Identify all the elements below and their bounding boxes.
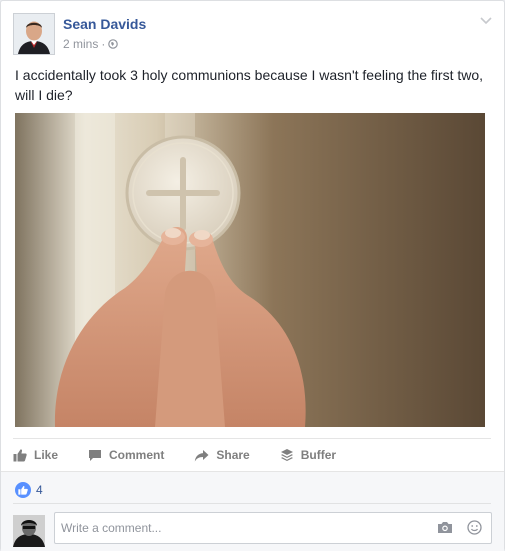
author-avatar[interactable] (13, 13, 55, 55)
post-photo[interactable] (15, 113, 485, 427)
commenter-photo (13, 515, 45, 547)
post-card: Sean Davids 2 mins · I accidentally took… (0, 0, 505, 551)
author-name[interactable]: Sean Davids (63, 16, 146, 32)
share-label: Share (216, 448, 250, 462)
share-button[interactable]: Share (194, 448, 250, 462)
like-button[interactable]: Like (13, 448, 58, 462)
post-meta: 2 mins · (63, 37, 119, 51)
like-label: Like (34, 448, 59, 462)
post-text: I accidentally took 3 holy communions be… (15, 67, 484, 103)
buffer-button[interactable]: Buffer (280, 448, 336, 462)
emoji-icon[interactable] (467, 520, 482, 535)
post-header: Sean Davids 2 mins · (13, 13, 493, 55)
camera-icon[interactable] (437, 521, 453, 534)
post-actions-bar: Like Comment Share Buffer (13, 438, 491, 471)
comment-label: Comment (109, 448, 165, 462)
comment-box (54, 512, 492, 544)
meta-separator: · (101, 37, 106, 51)
share-arrow-icon (195, 449, 209, 461)
footer-divider (13, 503, 491, 504)
post-footer: 4 (1, 471, 504, 551)
post-timestamp[interactable]: 2 mins (63, 37, 98, 51)
chevron-down-icon[interactable] (479, 15, 493, 25)
buffer-label: Buffer (300, 448, 337, 462)
comment-bubble-icon (89, 449, 102, 461)
globe-icon[interactable] (108, 39, 119, 49)
like-reaction-icon (15, 482, 31, 498)
communion-photo (15, 113, 485, 427)
reaction-summary[interactable]: 4 (15, 482, 43, 498)
reaction-count[interactable]: 4 (36, 483, 43, 497)
author-photo (14, 14, 54, 54)
comment-button[interactable]: Comment (88, 448, 164, 462)
thumbs-up-icon (13, 449, 27, 462)
commenter-avatar[interactable] (13, 515, 45, 547)
buffer-stack-icon (280, 449, 293, 461)
comment-input[interactable] (61, 519, 421, 537)
